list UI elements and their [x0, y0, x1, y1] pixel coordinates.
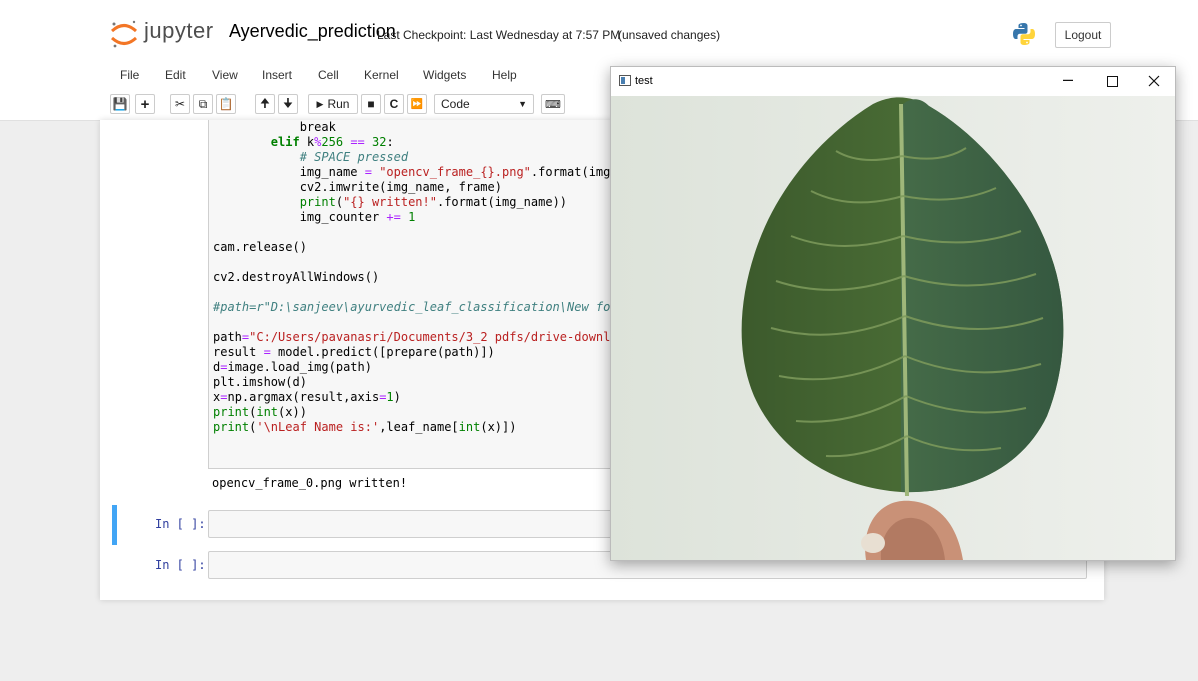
cell-prompt: In [ ]: [155, 517, 206, 531]
code-line: img_name = "opencv_frame_{}.png".format(… [213, 165, 676, 179]
selection-bar [112, 505, 117, 545]
fast-forward-icon[interactable]: ⏩ [407, 94, 427, 114]
cell-output: opencv_frame_0.png written! [212, 476, 408, 490]
logout-button[interactable]: Logout [1055, 22, 1111, 48]
minimize-icon[interactable]: – [1063, 69, 1073, 90]
stop-icon[interactable]: ■ [361, 94, 381, 114]
add-cell-icon[interactable]: + [135, 94, 155, 114]
python-kernel-icon [1013, 23, 1035, 45]
autosave-status: (unsaved changes) [618, 28, 721, 42]
notebook-title[interactable]: Ayervedic_prediction [229, 21, 396, 42]
code-line: break [213, 120, 336, 134]
menu-insert[interactable]: Insert [262, 68, 292, 82]
cell-prompt: In [ ]: [155, 558, 206, 572]
cell-type-value: Code [441, 97, 470, 111]
paste-icon[interactable]: 📋 [216, 94, 236, 114]
maximize-icon[interactable] [1107, 76, 1118, 87]
save-icon[interactable]: 💾 [110, 94, 130, 114]
code-line: cv2.destroyAllWindows() [213, 270, 380, 284]
cell-type-select[interactable]: Code ▼ [434, 94, 534, 114]
run-button[interactable]: ▶ Run [308, 94, 358, 114]
code-line: cv2.imwrite(img_name, frame) [213, 180, 502, 194]
jupyter-logo-icon[interactable] [108, 18, 140, 50]
code-line: print(int(x)) [213, 405, 307, 419]
window-app-icon [619, 75, 631, 86]
run-icon: ▶ [316, 98, 324, 109]
cut-icon[interactable]: ✂ [170, 94, 190, 114]
menu-widgets[interactable]: Widgets [423, 68, 466, 82]
code-line: x=np.argmax(result,axis=1) [213, 390, 401, 404]
menu-file[interactable]: File [120, 68, 139, 82]
move-up-icon[interactable]: 🠉 [255, 94, 275, 114]
opencv-window-titlebar[interactable]: test – [611, 67, 1175, 96]
move-down-icon[interactable]: 🠋 [278, 94, 298, 114]
code-line: plt.imshow(d) [213, 375, 307, 389]
code-line: img_counter += 1 [213, 210, 416, 224]
menu-cell[interactable]: Cell [318, 68, 339, 82]
code-line: print('\nLeaf Name is:',leaf_name[int(x)… [213, 420, 517, 434]
code-line: #path=r"D:\sanjeev\ayurvedic_leaf_classi… [213, 300, 640, 314]
code-line: # SPACE pressed [213, 150, 409, 164]
code-line: elif k%256 == 32: [270, 135, 394, 149]
close-icon[interactable] [1148, 75, 1160, 87]
code-line: cam.release() [213, 240, 307, 254]
code-line: print("{} written!".format(img_name)) [299, 195, 568, 209]
jupyter-wordmark[interactable]: jupyter [144, 18, 214, 44]
code-line: path="C:/Users/pavanasri/Documents/3_2 p… [213, 330, 640, 344]
keyboard-icon[interactable]: ⌨ [541, 94, 565, 114]
leaf-camera-frame [611, 96, 1175, 560]
opencv-window[interactable]: test – [610, 66, 1176, 561]
code-line: result = model.predict([prepare(path)]) [213, 345, 495, 359]
menu-help[interactable]: Help [492, 68, 517, 82]
header-bar: jupyter Ayervedic_prediction Last Checkp… [0, 0, 1198, 63]
restart-icon[interactable]: C [384, 94, 404, 114]
run-label: Run [327, 97, 350, 111]
copy-icon[interactable]: ⧉ [193, 94, 213, 114]
menu-edit[interactable]: Edit [165, 68, 186, 82]
opencv-window-title: test [635, 75, 653, 87]
checkpoint-status: Last Checkpoint: Last Wednesday at 7:57 … [377, 28, 621, 42]
code-line: d=image.load_img(path) [213, 360, 372, 374]
chevron-down-icon: ▼ [518, 99, 527, 109]
code-content: break elif k%256 == 32: # SPACE pressed … [213, 120, 675, 435]
menu-kernel[interactable]: Kernel [364, 68, 399, 82]
menu-view[interactable]: View [212, 68, 238, 82]
